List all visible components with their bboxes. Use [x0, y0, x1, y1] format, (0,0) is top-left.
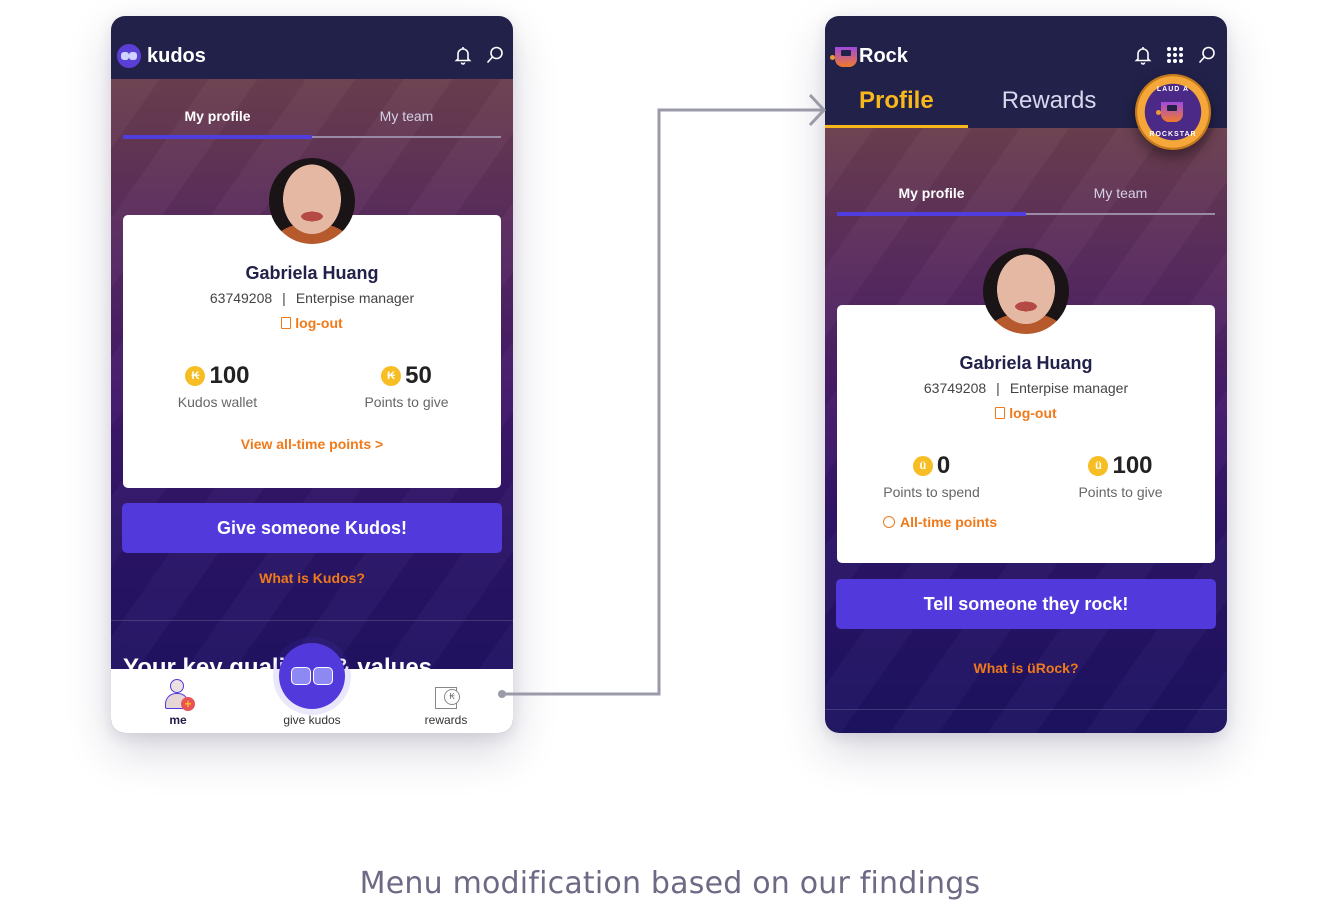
- fist-bump-icon[interactable]: [279, 643, 345, 709]
- laud-a-rockstar-button[interactable]: LAUD A ROCKSTAR: [1135, 74, 1211, 150]
- top-icons: [1133, 45, 1217, 65]
- clock-icon: [883, 516, 895, 528]
- person-add-icon: +: [161, 677, 195, 711]
- avatar: [269, 158, 355, 244]
- arrow-head-icon: [808, 93, 827, 127]
- apps-grid-icon[interactable]: [1165, 45, 1185, 65]
- urock-coin-icon: ü: [912, 456, 933, 476]
- logout-label: log-out: [295, 315, 343, 331]
- logout-label: log-out: [1009, 405, 1057, 421]
- top-icons: [453, 45, 505, 65]
- app-logo[interactable]: Rock: [830, 45, 908, 68]
- nav-label: give kudos: [283, 713, 341, 727]
- profile-card: Gabriela Huang 63749208 | Enterpise manage…: [837, 305, 1215, 563]
- profile-tabs: My profile My team: [123, 94, 501, 139]
- divider: [825, 709, 1227, 710]
- tab-my-profile[interactable]: My profile: [123, 94, 312, 139]
- stat-value: 100: [209, 362, 250, 389]
- urock-logo-icon: [1156, 102, 1183, 122]
- stat-label: Points to give: [364, 394, 449, 410]
- profile-tabs: My profile My team: [837, 171, 1215, 216]
- employee-id: 63749208: [923, 380, 987, 396]
- employee-id: 63749208: [209, 290, 273, 306]
- tab-rewards[interactable]: Rewards: [968, 84, 1131, 128]
- stat-value: 0: [936, 452, 951, 479]
- urock-logo-icon: [830, 46, 857, 67]
- badge-top-text: LAUD A: [1156, 86, 1190, 93]
- give-kudos-button[interactable]: Give someone Kudos!: [122, 503, 502, 553]
- bell-icon[interactable]: [453, 45, 473, 65]
- stat-label: Points to give: [1078, 484, 1163, 500]
- search-icon[interactable]: [485, 45, 505, 65]
- nav-rewards[interactable]: rewards: [379, 669, 513, 733]
- role: Enterpise manager: [295, 290, 415, 306]
- stat-label: Points to spend: [883, 484, 980, 500]
- top-bar: kudos: [111, 16, 513, 79]
- logout-link[interactable]: log-out: [995, 405, 1057, 421]
- kudos-coin-icon: ₭: [185, 366, 206, 386]
- stat-label: Kudos wallet: [177, 394, 258, 410]
- what-is-kudos-link[interactable]: What is Kudos?: [111, 570, 513, 586]
- gift-icon: [429, 677, 463, 711]
- stat-points-to-give: ü 100 Points to give: [1026, 452, 1215, 500]
- plus-icon: +: [181, 697, 195, 711]
- stat-points-to-spend: ü0 Points to spend: [837, 452, 1026, 500]
- what-is-urock-link[interactable]: What is üRock?: [825, 660, 1227, 676]
- view-all-time-points-link[interactable]: View all-time points >: [123, 436, 501, 452]
- avatar: [983, 248, 1069, 334]
- separator: |: [996, 380, 1000, 396]
- role: Enterpise manager: [1009, 380, 1129, 396]
- kudos-logo-icon: [117, 44, 141, 68]
- logout-icon: [281, 317, 292, 329]
- connector-line: [502, 108, 824, 696]
- profile-meta: 63749208 | Enterpise manager: [837, 380, 1215, 396]
- separator: |: [282, 290, 286, 306]
- profile-card: Gabriela Huang 63749208 | Enterpise manage…: [123, 215, 501, 488]
- profile-meta: 63749208 | Enterpise manager: [123, 290, 501, 306]
- divider: [111, 620, 513, 621]
- bottom-nav: + me give kudos rewards: [111, 643, 513, 733]
- tab-profile[interactable]: Profile: [825, 84, 968, 128]
- all-time-points-link[interactable]: All-time points: [883, 514, 997, 530]
- phone-after-urock: Rock Profile Rewards LAUD A ROCKSTAR My …: [825, 16, 1227, 733]
- profile-name: Gabriela Huang: [959, 353, 1093, 373]
- nav-label: me: [169, 713, 187, 727]
- main-tabs: Profile Rewards: [825, 84, 1130, 128]
- tab-my-team[interactable]: My team: [1026, 171, 1215, 215]
- phone-before-kudos: kudos My profile My team Gabriela Huang …: [111, 16, 513, 733]
- badge-bottom-text: ROCKSTAR: [1149, 131, 1197, 138]
- caption: Menu modification based on our findings: [359, 866, 981, 901]
- app-name: kudos: [147, 44, 206, 67]
- tab-my-team[interactable]: My team: [312, 94, 501, 138]
- all-time-label: All-time points: [900, 514, 998, 530]
- kudos-coin-icon: ₭: [381, 366, 402, 386]
- tab-my-profile[interactable]: My profile: [837, 171, 1026, 216]
- stat-value: 50: [405, 362, 432, 389]
- logout-link[interactable]: log-out: [281, 315, 343, 331]
- stat-value: 100: [1112, 452, 1153, 479]
- nav-me[interactable]: + me: [111, 669, 245, 733]
- nav-give-kudos[interactable]: give kudos: [245, 643, 379, 733]
- search-icon[interactable]: [1197, 45, 1217, 65]
- tell-someone-they-rock-button[interactable]: Tell someone they rock!: [836, 579, 1216, 629]
- points-stats: ₭ 100 Kudos wallet ₭ 50 Points to give: [123, 362, 501, 410]
- stat-kudos-wallet: ₭ 100 Kudos wallet: [123, 362, 312, 410]
- logout-icon: [995, 407, 1006, 419]
- app-logo[interactable]: kudos: [117, 44, 206, 68]
- profile-name: Gabriela Huang: [245, 263, 379, 283]
- bell-icon[interactable]: [1133, 45, 1153, 65]
- app-name: Rock: [859, 45, 908, 67]
- urock-coin-icon: ü: [1088, 456, 1109, 476]
- points-stats: ü0 Points to spend ü 100 Points to give: [837, 452, 1215, 500]
- stat-points-to-give: ₭ 50 Points to give: [312, 362, 501, 410]
- nav-label: rewards: [424, 713, 468, 727]
